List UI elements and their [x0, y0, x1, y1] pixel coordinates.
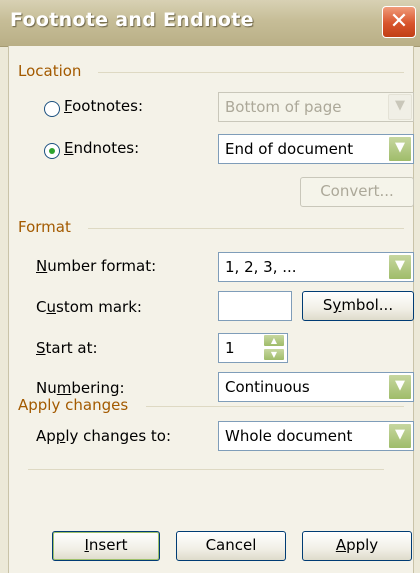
- endnotes-position-value: End of document: [225, 140, 354, 158]
- chevron-down-icon: ▼: [388, 254, 412, 280]
- footnote-endnote-dialog: Footnote and Endnote ✕ Location Footnote…: [0, 0, 420, 573]
- numbering-label: Numbering:: [36, 379, 125, 397]
- window-title: Footnote and Endnote: [10, 9, 254, 31]
- symbol-button[interactable]: Symbol...: [302, 291, 414, 321]
- format-section-header: Format: [18, 218, 71, 236]
- location-section-header: Location: [18, 62, 82, 80]
- start-at-spinner[interactable]: ▲ ▼: [263, 333, 287, 363]
- numbering-select[interactable]: Continuous ▼: [218, 372, 414, 402]
- start-at-label: Start at:: [36, 339, 98, 357]
- custom-mark-input[interactable]: [218, 291, 292, 321]
- apply-button[interactable]: Apply: [302, 531, 412, 561]
- endnotes-label: Endnotes:: [64, 139, 140, 157]
- custom-mark-label: Custom mark:: [36, 298, 142, 316]
- apply-changes-section-header: Apply changes: [18, 396, 129, 414]
- apply-changes-to-value: Whole document: [225, 427, 353, 445]
- endnotes-position-select[interactable]: End of document ▼: [218, 134, 414, 164]
- number-format-select[interactable]: 1, 2, 3, ... ▼: [218, 252, 414, 282]
- number-format-label: Number format:: [36, 257, 157, 275]
- insert-button[interactable]: Insert: [52, 531, 160, 561]
- apply-changes-to-select[interactable]: Whole document ▼: [218, 421, 414, 451]
- chevron-down-icon: ▼: [388, 423, 412, 449]
- location-divider: [98, 72, 404, 73]
- endnotes-radio[interactable]: [44, 143, 60, 159]
- numbering-value: Continuous: [225, 378, 310, 396]
- format-divider: [88, 228, 404, 229]
- convert-button[interactable]: Convert...: [300, 177, 414, 207]
- button-row-divider: [28, 469, 384, 470]
- footnotes-label: Footnotes:: [64, 97, 143, 115]
- apply-changes-to-label: Apply changes to:: [36, 427, 172, 445]
- cancel-button[interactable]: Cancel: [176, 531, 286, 561]
- spin-up-icon[interactable]: ▲: [263, 334, 285, 347]
- spin-down-icon[interactable]: ▼: [263, 348, 285, 361]
- footnotes-radio[interactable]: [44, 101, 60, 117]
- close-button[interactable]: ✕: [382, 6, 416, 38]
- footnotes-position-select[interactable]: Bottom of page ▼: [218, 92, 414, 122]
- footnotes-position-value: Bottom of page: [225, 98, 342, 116]
- title-bar[interactable]: Footnote and Endnote ✕: [0, 0, 420, 47]
- number-format-value: 1, 2, 3, ...: [225, 258, 297, 276]
- apply-changes-divider: [146, 406, 404, 407]
- chevron-down-icon: ▼: [388, 94, 412, 120]
- start-at-value: 1: [225, 339, 235, 357]
- chevron-down-icon: ▼: [388, 136, 412, 162]
- chevron-down-icon: ▼: [388, 374, 412, 400]
